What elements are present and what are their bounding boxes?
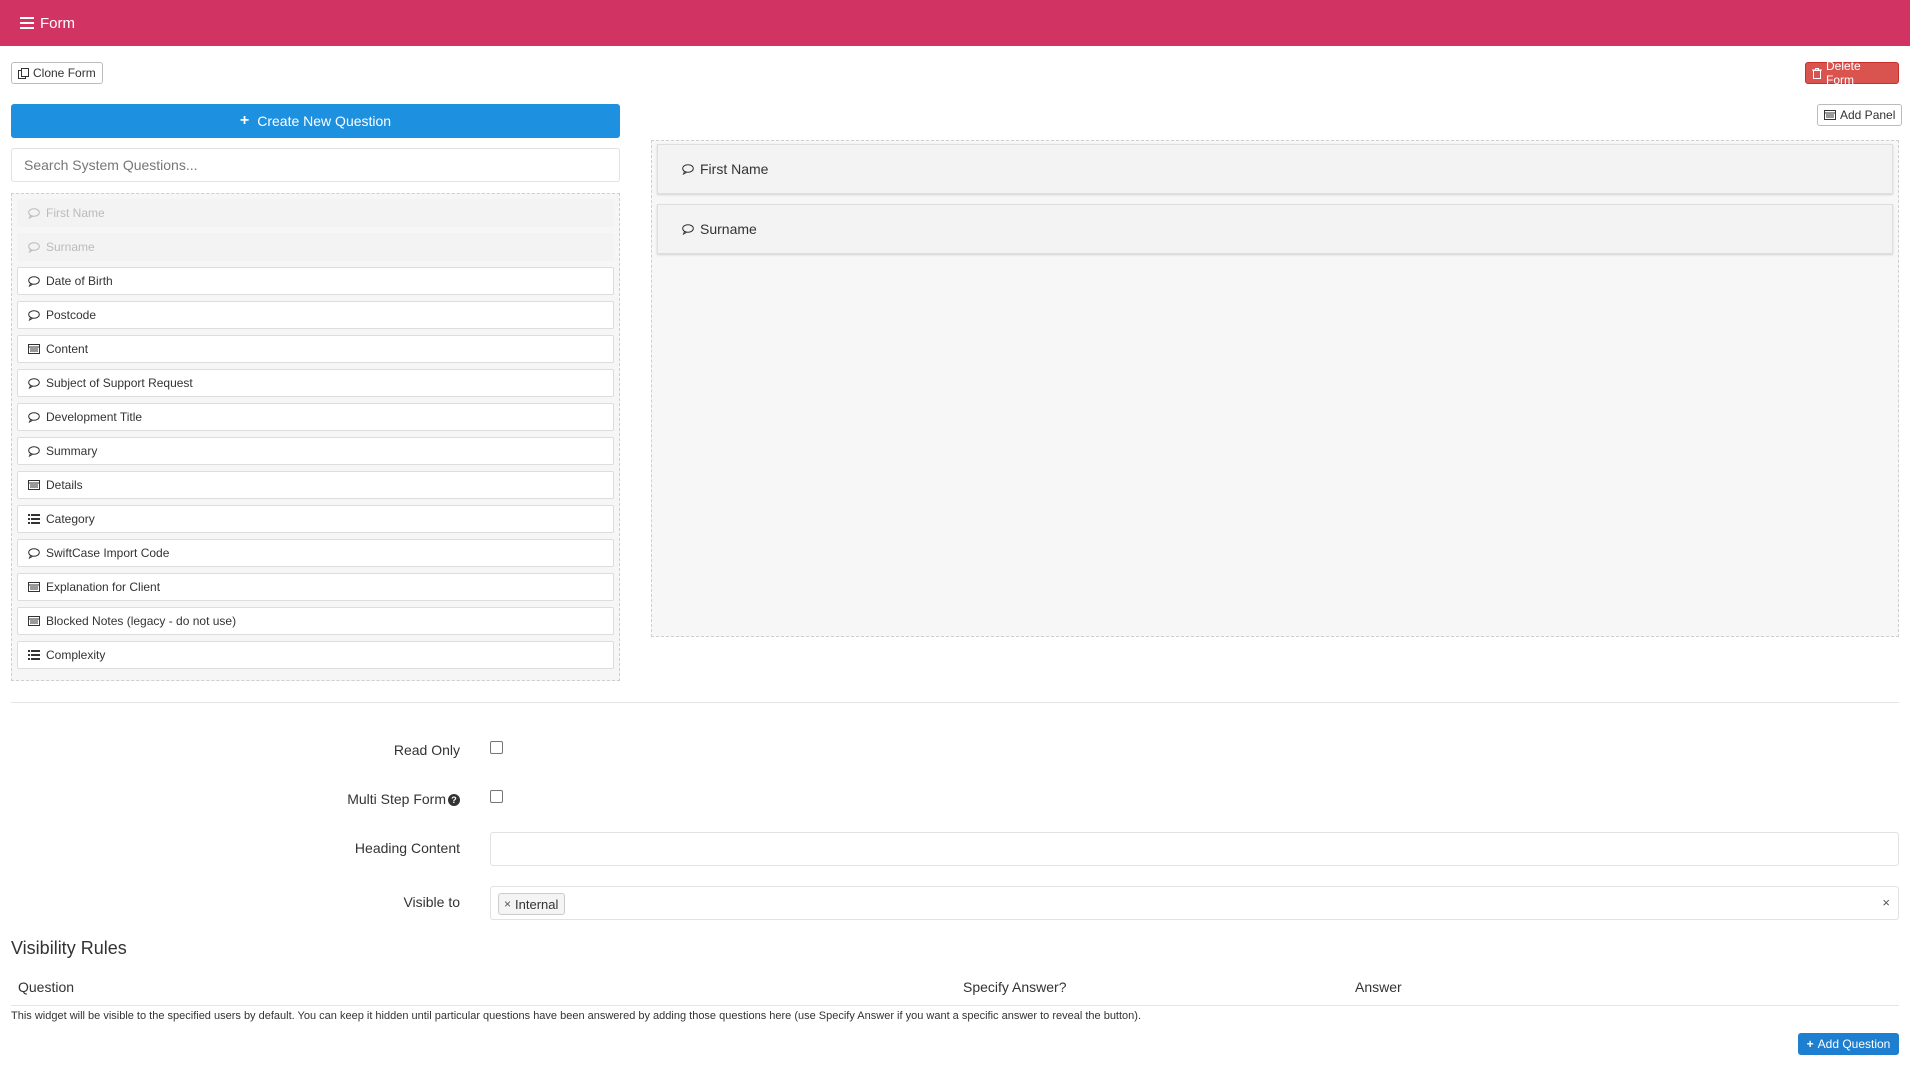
question-list-item[interactable]: Blocked Notes (legacy - do not use) (17, 607, 614, 635)
create-new-question-button[interactable]: + Create New Question (11, 104, 620, 138)
form-panel-label: First Name (700, 161, 769, 177)
question-list-item[interactable]: Subject of Support Request (17, 369, 614, 397)
question-list-item[interactable]: SwiftCase Import Code (17, 539, 614, 567)
column-header-question: Question (18, 979, 75, 995)
visible-to-label: Visible to (403, 894, 460, 910)
visible-to-tag: × Internal (498, 893, 566, 915)
question-list-item[interactable]: Summary (17, 437, 614, 465)
visibility-help-text: This widget will be visible to the speci… (11, 1010, 1141, 1022)
comment-icon (28, 309, 40, 321)
question-list-item[interactable]: First Name (17, 199, 614, 227)
panel-icon (1824, 110, 1836, 120)
clone-icon (18, 67, 29, 79)
panel-icon (28, 582, 40, 592)
question-list-item[interactable]: Category (17, 505, 614, 533)
comment-icon (28, 547, 40, 559)
plus-icon: + (1806, 1037, 1814, 1051)
column-header-specify-answer: Specify Answer? (963, 979, 1067, 995)
question-list-item-label: Surname (46, 240, 95, 254)
list-icon (28, 650, 40, 660)
table-divider (11, 1005, 1899, 1006)
question-list-item[interactable]: Date of Birth (17, 267, 614, 295)
add-question-label: Add Question (1817, 1037, 1891, 1051)
heading-content-input[interactable] (490, 832, 1899, 866)
form-panel-label: Surname (700, 221, 757, 237)
read-only-label: Read Only (393, 742, 460, 758)
comment-icon (28, 377, 40, 389)
question-list-item-label: Blocked Notes (legacy - do not use) (46, 614, 237, 628)
question-list-item-label: Subject of Support Request (46, 376, 193, 390)
delete-form-label: Delete Form (1826, 59, 1861, 87)
question-list-item[interactable]: Postcode (17, 301, 614, 329)
panel-icon (28, 344, 40, 354)
list-icon (20, 17, 34, 29)
comment-icon (28, 275, 40, 287)
help-icon[interactable]: ? (448, 794, 460, 807)
multi-step-form-label: Multi Step Form? (347, 791, 460, 807)
clear-selection-icon[interactable]: × (1882, 895, 1890, 910)
visible-to-select[interactable]: × Internal × (490, 886, 1899, 920)
visible-to-tag-label: Internal (515, 896, 559, 912)
remove-tag-icon[interactable]: × (504, 897, 511, 911)
question-list-item[interactable]: Explanation for Client (17, 573, 614, 601)
system-questions-list: First Name Surname Date of Birth Postcode Co… (11, 193, 620, 681)
plus-icon: + (239, 112, 250, 129)
panel-icon (28, 616, 40, 626)
question-list-item[interactable]: Content (17, 335, 614, 363)
question-list-item-label: Summary (46, 444, 98, 458)
create-new-question-label: Create New Question (257, 113, 392, 129)
question-list-item-label: Details (46, 478, 83, 492)
comment-icon (28, 241, 40, 253)
comment-icon (682, 163, 694, 175)
comment-icon (28, 445, 40, 457)
question-list-item[interactable]: Details (17, 471, 614, 499)
question-list-item-label: Postcode (46, 308, 97, 322)
delete-form-button[interactable]: Delete Form (1805, 59, 1899, 87)
question-list-item-label: Complexity (46, 648, 106, 662)
column-header-answer: Answer (1355, 979, 1402, 995)
clone-form-button[interactable]: Clone Form (11, 62, 103, 84)
question-list-item-label: Development Title (46, 410, 143, 424)
multi-step-form-checkbox[interactable] (490, 790, 503, 803)
heading-content-label: Heading Content (354, 840, 460, 856)
divider (11, 702, 1899, 703)
question-list-item[interactable]: Complexity (17, 641, 614, 669)
add-question-button[interactable]: + Add Question (1798, 1033, 1899, 1055)
question-list-item-label: Category (46, 512, 95, 526)
question-list-item[interactable]: Development Title (17, 403, 614, 431)
comment-icon (682, 223, 694, 235)
visibility-rules-title: Visibility Rules (11, 938, 127, 958)
comment-icon (28, 411, 40, 423)
trash-icon (1812, 67, 1822, 79)
question-list-item-label: Content (46, 342, 89, 356)
add-panel-label: Add Panel (1840, 108, 1896, 122)
question-list-item-label: Date of Birth (46, 274, 113, 288)
comment-icon (28, 207, 40, 219)
form-panel[interactable]: First Name (657, 144, 1893, 194)
clone-form-label: Clone Form (33, 66, 96, 80)
question-list-item-label: Explanation for Client (46, 580, 161, 594)
panel-icon (28, 480, 40, 490)
form-panel[interactable]: Surname (657, 204, 1893, 254)
question-list-item[interactable]: Surname (17, 233, 614, 261)
page-title: Form (40, 14, 75, 32)
top-bar: Form (0, 0, 1910, 46)
question-list-item-label: First Name (46, 206, 105, 220)
form-canvas[interactable]: First Name Surname (651, 140, 1899, 637)
list-icon (28, 514, 40, 524)
question-list-item-label: SwiftCase Import Code (46, 546, 170, 560)
add-panel-button[interactable]: Add Panel (1817, 104, 1903, 126)
read-only-checkbox[interactable] (490, 741, 503, 754)
search-questions-input[interactable] (11, 148, 620, 182)
